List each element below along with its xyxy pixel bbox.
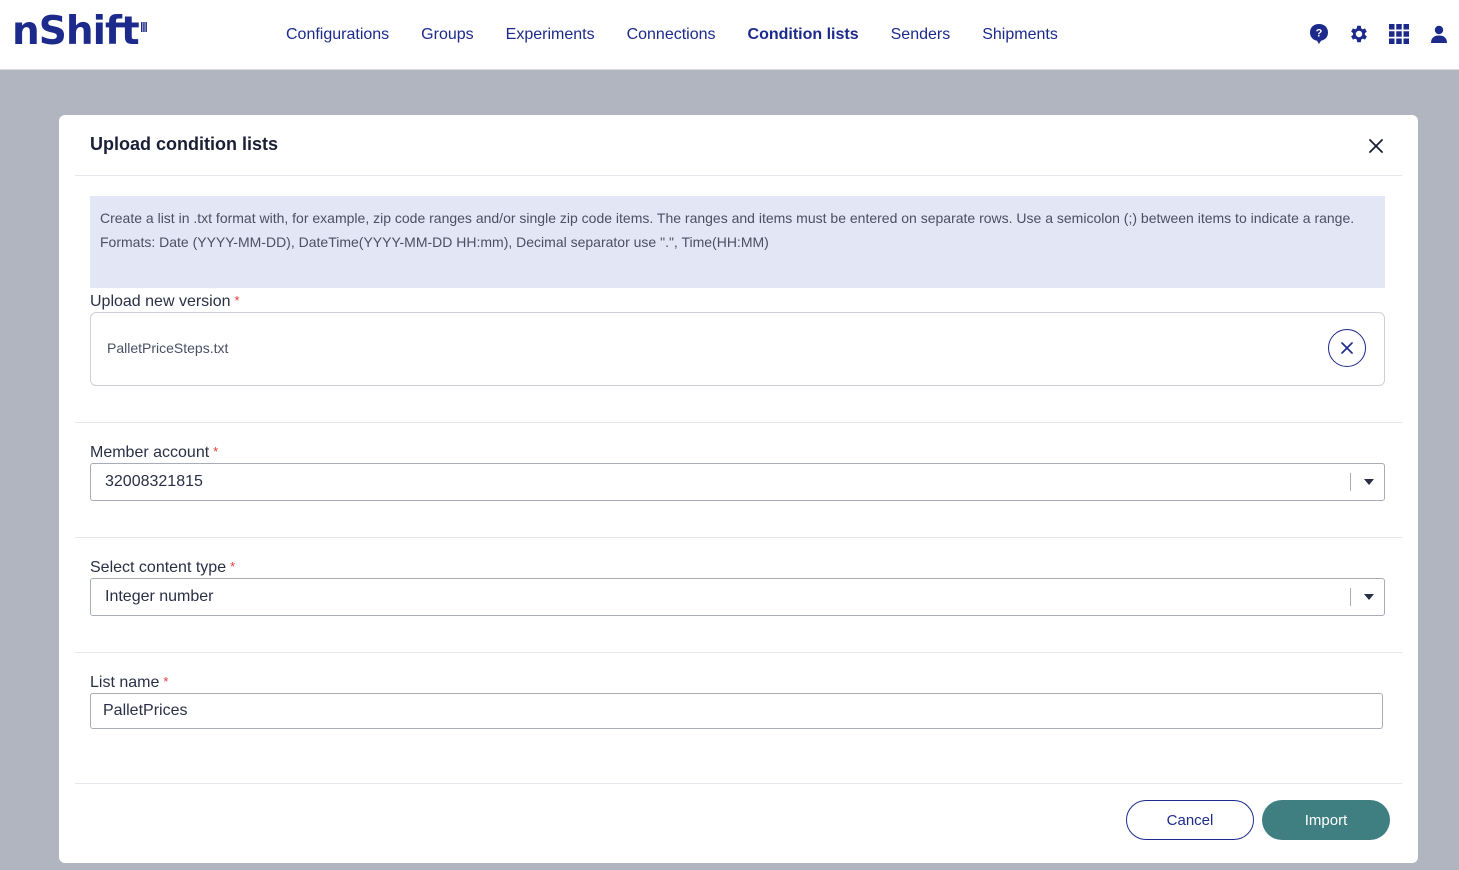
remove-file-button[interactable] [1328,329,1366,367]
close-icon[interactable] [1365,135,1387,157]
section-divider [75,422,1402,423]
nav-experiments[interactable]: Experiments [490,26,611,44]
nav-shipments[interactable]: Shipments [966,26,1074,44]
footer-divider [75,783,1402,784]
main-nav: Configurations Groups Experiments Connec… [270,0,1074,69]
chevron-down-icon[interactable] [1363,476,1375,488]
info-text-formats: Formats: Date (YYYY-MM-DD), DateTime(YYY… [100,234,769,250]
section-divider [75,537,1402,538]
member-account-label-text: Member account [90,444,210,461]
format-info-box: Create a list in .txt format with, for e… [90,196,1385,288]
upload-field-label: Upload new version * [90,293,240,311]
content-type-select[interactable]: Integer number [90,578,1385,616]
required-marker: * [163,674,169,689]
top-navigation-bar: nShift Configurations Groups Experiments… [0,0,1459,70]
select-separator [1350,588,1351,606]
header-actions: ? [1291,22,1451,46]
upload-label-text: Upload new version [90,293,231,310]
section-divider [75,652,1402,653]
gear-icon[interactable] [1347,22,1371,46]
member-account-label: Member account * [90,444,218,462]
list-name-label: List name * [90,674,168,692]
member-account-value: 32008321815 [105,473,203,490]
chevron-down-icon[interactable] [1363,591,1375,603]
import-button[interactable]: Import [1262,800,1390,840]
nav-senders[interactable]: Senders [875,26,967,44]
svg-text:?: ? [1316,28,1323,40]
cancel-button[interactable]: Cancel [1126,800,1254,840]
nav-configurations[interactable]: Configurations [270,26,405,44]
nav-groups[interactable]: Groups [405,26,489,44]
content-type-label: Select content type * [90,559,235,577]
logo-mark-icon [140,22,147,32]
nav-condition-lists[interactable]: Condition lists [732,26,875,44]
close-icon [1341,342,1353,354]
nshift-logo[interactable]: nShift [12,9,147,54]
list-name-label-text: List name [90,674,160,691]
modal-title: Upload condition lists [90,134,278,154]
content-type-label-text: Select content type [90,559,227,576]
help-icon[interactable]: ? [1307,22,1331,46]
required-marker: * [213,444,219,459]
content-type-value: Integer number [105,588,214,605]
user-icon[interactable] [1427,22,1451,46]
logo-text: nShift [12,9,140,54]
file-upload-box[interactable]: PalletPriceSteps.txt [90,312,1385,386]
uploaded-file-name: PalletPriceSteps.txt [107,340,229,356]
member-account-select[interactable]: 32008321815 [90,463,1385,501]
required-marker: * [234,293,240,308]
select-separator [1350,473,1351,491]
modal-header-divider [75,175,1402,176]
apps-grid-icon[interactable] [1387,22,1411,46]
nav-connections[interactable]: Connections [611,26,732,44]
upload-condition-lists-modal: Upload condition lists Create a list in … [59,115,1418,863]
required-marker: * [230,559,236,574]
info-text-instructions: Create a list in .txt format with, for e… [100,210,1355,226]
list-name-input[interactable] [90,693,1383,729]
